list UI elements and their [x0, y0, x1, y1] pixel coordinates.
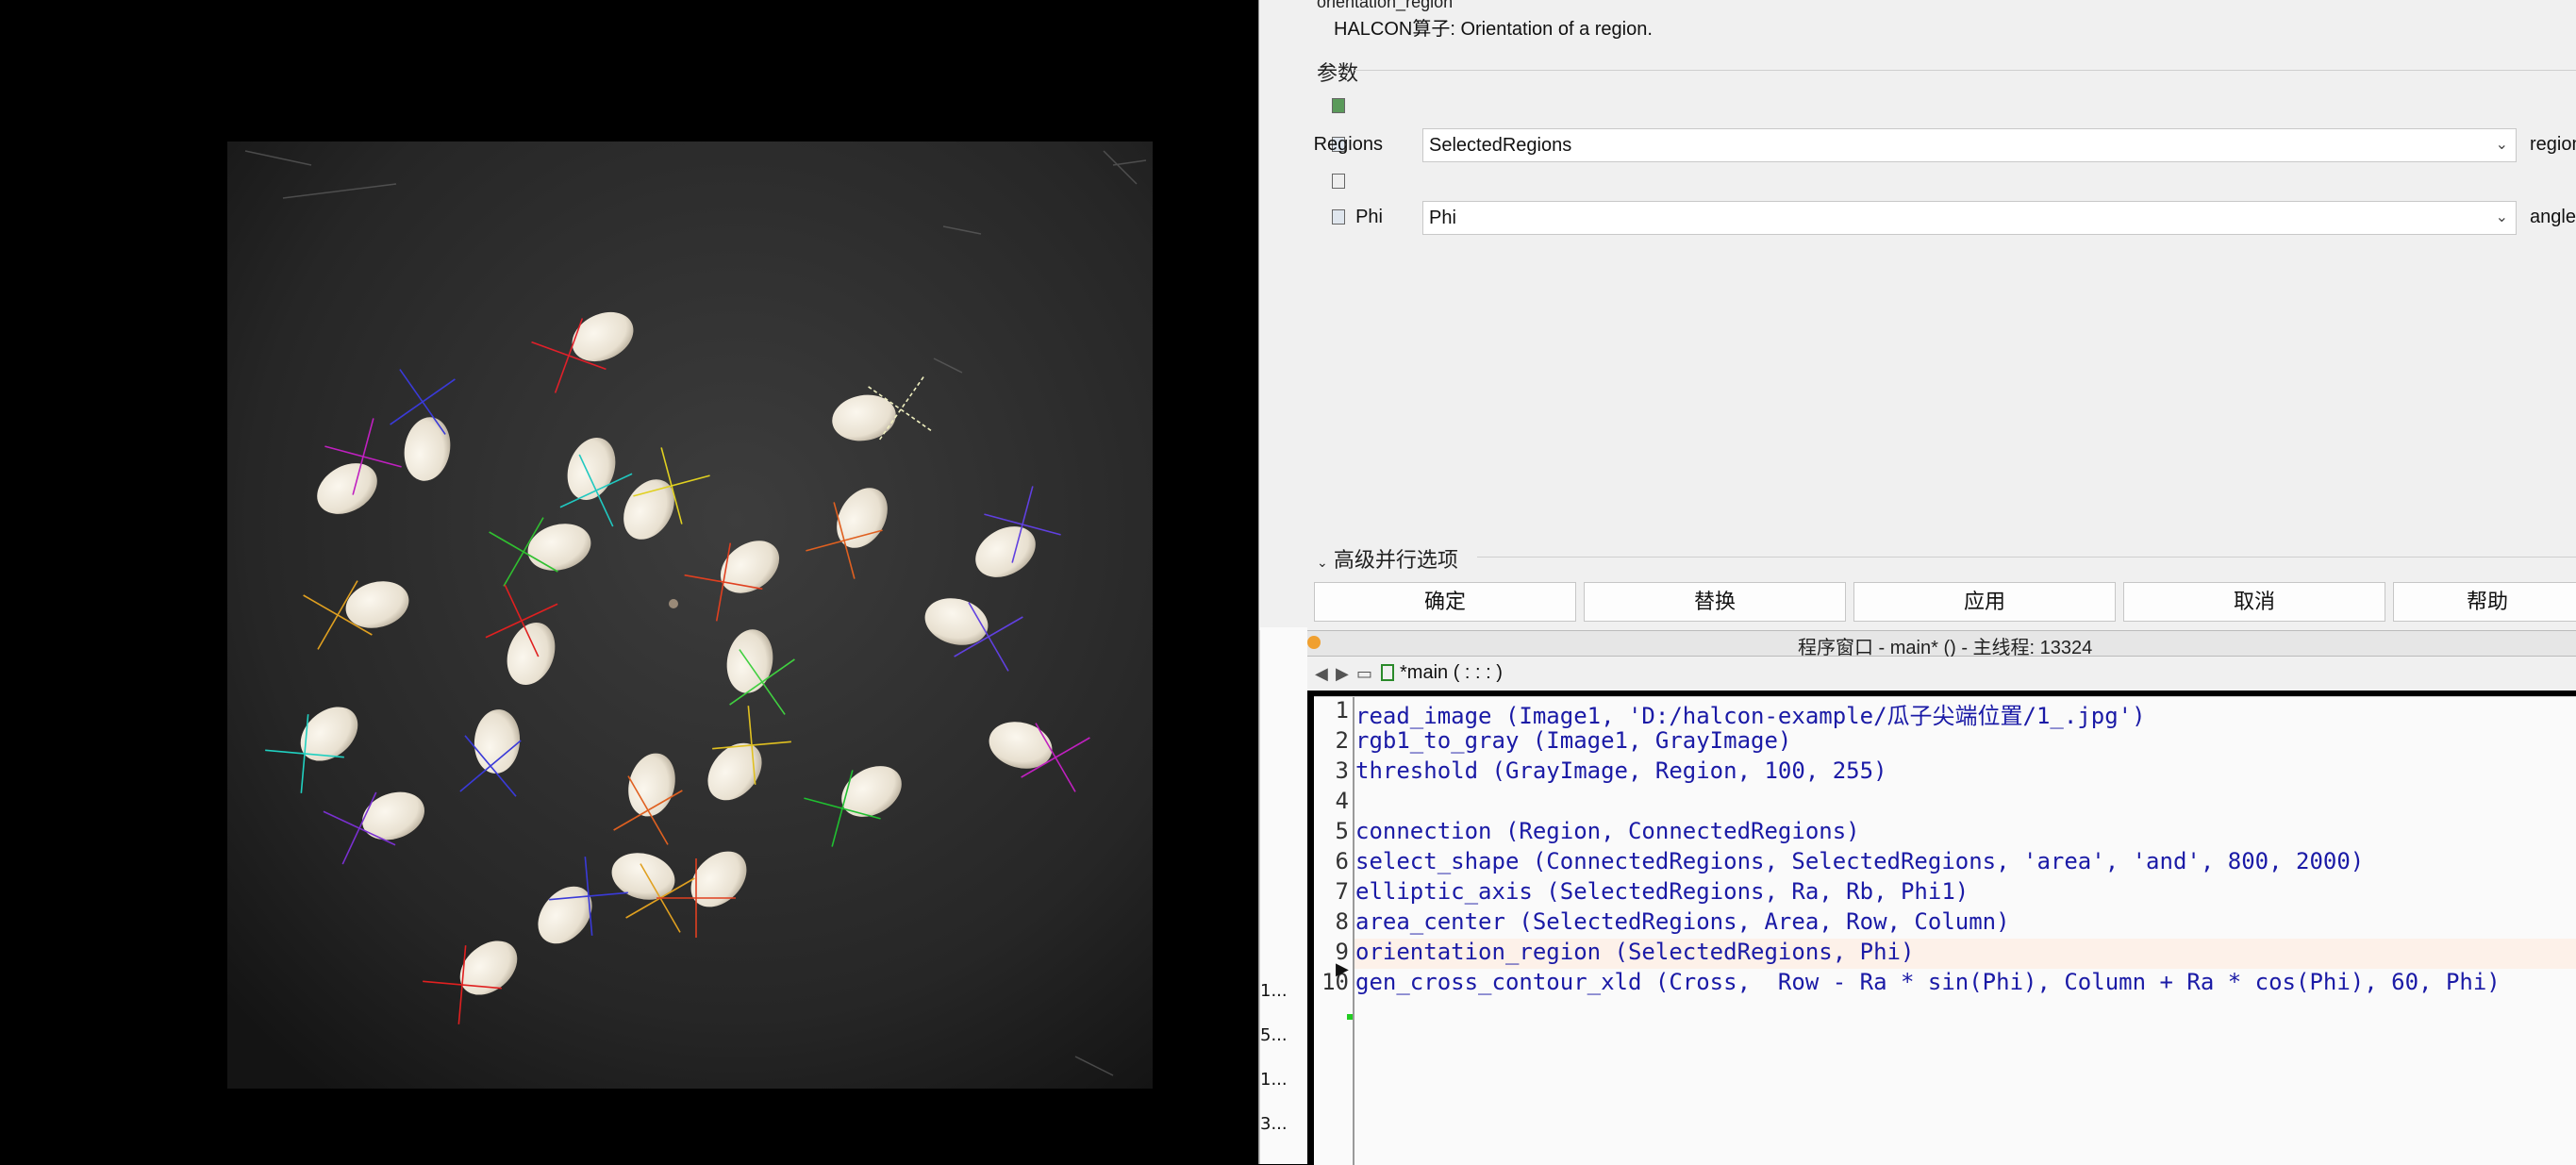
- code-line[interactable]: area_center (SelectedRegions, Area, Row,…: [1355, 908, 2010, 935]
- folder-icon[interactable]: ▭: [1356, 664, 1372, 684]
- strip-item[interactable]: 3...: [1260, 1114, 1302, 1156]
- chevron-down-icon[interactable]: ⌄: [2496, 202, 2508, 234]
- procedure-icon: [1381, 664, 1394, 681]
- code-line[interactable]: rgb1_to_gray (Image1, GrayImage): [1355, 727, 1791, 754]
- line-number: 6: [1335, 848, 1349, 874]
- advanced-section-toggle[interactable]: ⌄ 高级并行选项: [1317, 543, 1458, 574]
- code-line[interactable]: read_image (Image1, 'D:/halcon-example/瓜…: [1355, 697, 2146, 730]
- section-divider: [1477, 557, 2576, 558]
- code-line[interactable]: orientation_region (SelectedRegions, Phi…: [1355, 939, 1914, 965]
- params-section-label: 参数: [1317, 61, 1359, 85]
- image-canvas[interactable]: [0, 0, 1258, 1164]
- back-arrow-icon[interactable]: ◀: [1315, 664, 1328, 684]
- program-window-titlebar[interactable]: ✕ 程序窗口 - main* () - 主线程: 13324: [1260, 630, 2576, 658]
- help-button[interactable]: 帮助: [2393, 582, 2576, 622]
- code-editor[interactable]: 1 2 3 4 5 6 7 8 9 10 read_image (Image1, 'D:/halc…: [1314, 696, 2576, 1165]
- chevron-down-icon[interactable]: ⌄: [2496, 129, 2508, 161]
- ok-button[interactable]: 确定: [1314, 582, 1576, 622]
- insert-cursor-marker: [1347, 1014, 1353, 1020]
- phi-combo-value: Phi: [1429, 208, 1456, 228]
- strip-item[interactable]: 5...: [1260, 1025, 1302, 1067]
- line-number: 1: [1335, 697, 1349, 724]
- panel-margin: [1259, 0, 1307, 630]
- line-number: 4: [1335, 788, 1349, 814]
- strip-item[interactable]: 1...: [1260, 1070, 1302, 1111]
- code-line[interactable]: gen_cross_contour_xld (Cross, Row - Ra *…: [1355, 969, 2501, 995]
- operator-icon: [1332, 98, 1345, 113]
- advanced-section-label: 高级并行选项: [1333, 548, 1458, 572]
- strip-item[interactable]: 1...: [1260, 981, 1302, 1023]
- line-number: 3: [1335, 757, 1349, 784]
- cancel-button[interactable]: 取消: [2123, 582, 2385, 622]
- program-window-icon: [1307, 636, 1321, 649]
- line-number: 5: [1335, 818, 1349, 844]
- param-label-regions: Regions: [1313, 134, 1383, 155]
- regions-combo-value: SelectedRegions: [1429, 135, 1572, 156]
- line-number: 8: [1335, 908, 1349, 935]
- program-counter-icon: ▶: [1336, 959, 1349, 979]
- param-label-phi: Phi: [1355, 207, 1383, 227]
- operator-description: HALCON算子: Orientation of a region.: [1334, 19, 1653, 40]
- operator-title: orientation_region: [1317, 0, 1454, 11]
- code-line[interactable]: elliptic_axis (SelectedRegions, Ra, Rb, …: [1355, 878, 1969, 905]
- param-type-phi: angle.r: [2530, 207, 2576, 227]
- output-param-icon: [1332, 174, 1345, 189]
- code-line[interactable]: connection (Region, ConnectedRegions): [1355, 818, 1860, 844]
- program-toolbar: ◀ ▶ ▭ *main ( : : : ): [1307, 657, 2576, 691]
- graphics-window[interactable]: [0, 0, 1258, 1164]
- program-window-title: 程序窗口 - main* () - 主线程: 13324: [1798, 638, 2093, 658]
- section-divider: [1354, 70, 2576, 71]
- param-type-regions: region: [2530, 134, 2576, 155]
- code-line[interactable]: select_shape (ConnectedRegions, Selected…: [1355, 848, 2364, 874]
- phi-combo[interactable]: Phi ⌄: [1422, 201, 2517, 235]
- replace-button[interactable]: 替换: [1584, 582, 1846, 622]
- variable-strip: 1... 5... 1... 3...: [1260, 627, 1307, 1164]
- line-number: 7: [1335, 878, 1349, 905]
- forward-arrow-icon[interactable]: ▶: [1336, 664, 1349, 684]
- line-number: 2: [1335, 727, 1349, 754]
- regions-combo[interactable]: SelectedRegions ⌄: [1422, 128, 2517, 162]
- operator-window: orientation_region HALCON算子: Orientation…: [1307, 0, 2576, 630]
- line-gutter: 1 2 3 4 5 6 7 8 9 10: [1314, 697, 1354, 1165]
- procedure-tab[interactable]: *main ( : : : ): [1400, 662, 1503, 684]
- apply-button[interactable]: 应用: [1853, 582, 2116, 622]
- code-line[interactable]: threshold (GrayImage, Region, 100, 255): [1355, 757, 1887, 784]
- chevron-down-icon: ⌄: [1317, 555, 1328, 570]
- debris: [669, 599, 678, 608]
